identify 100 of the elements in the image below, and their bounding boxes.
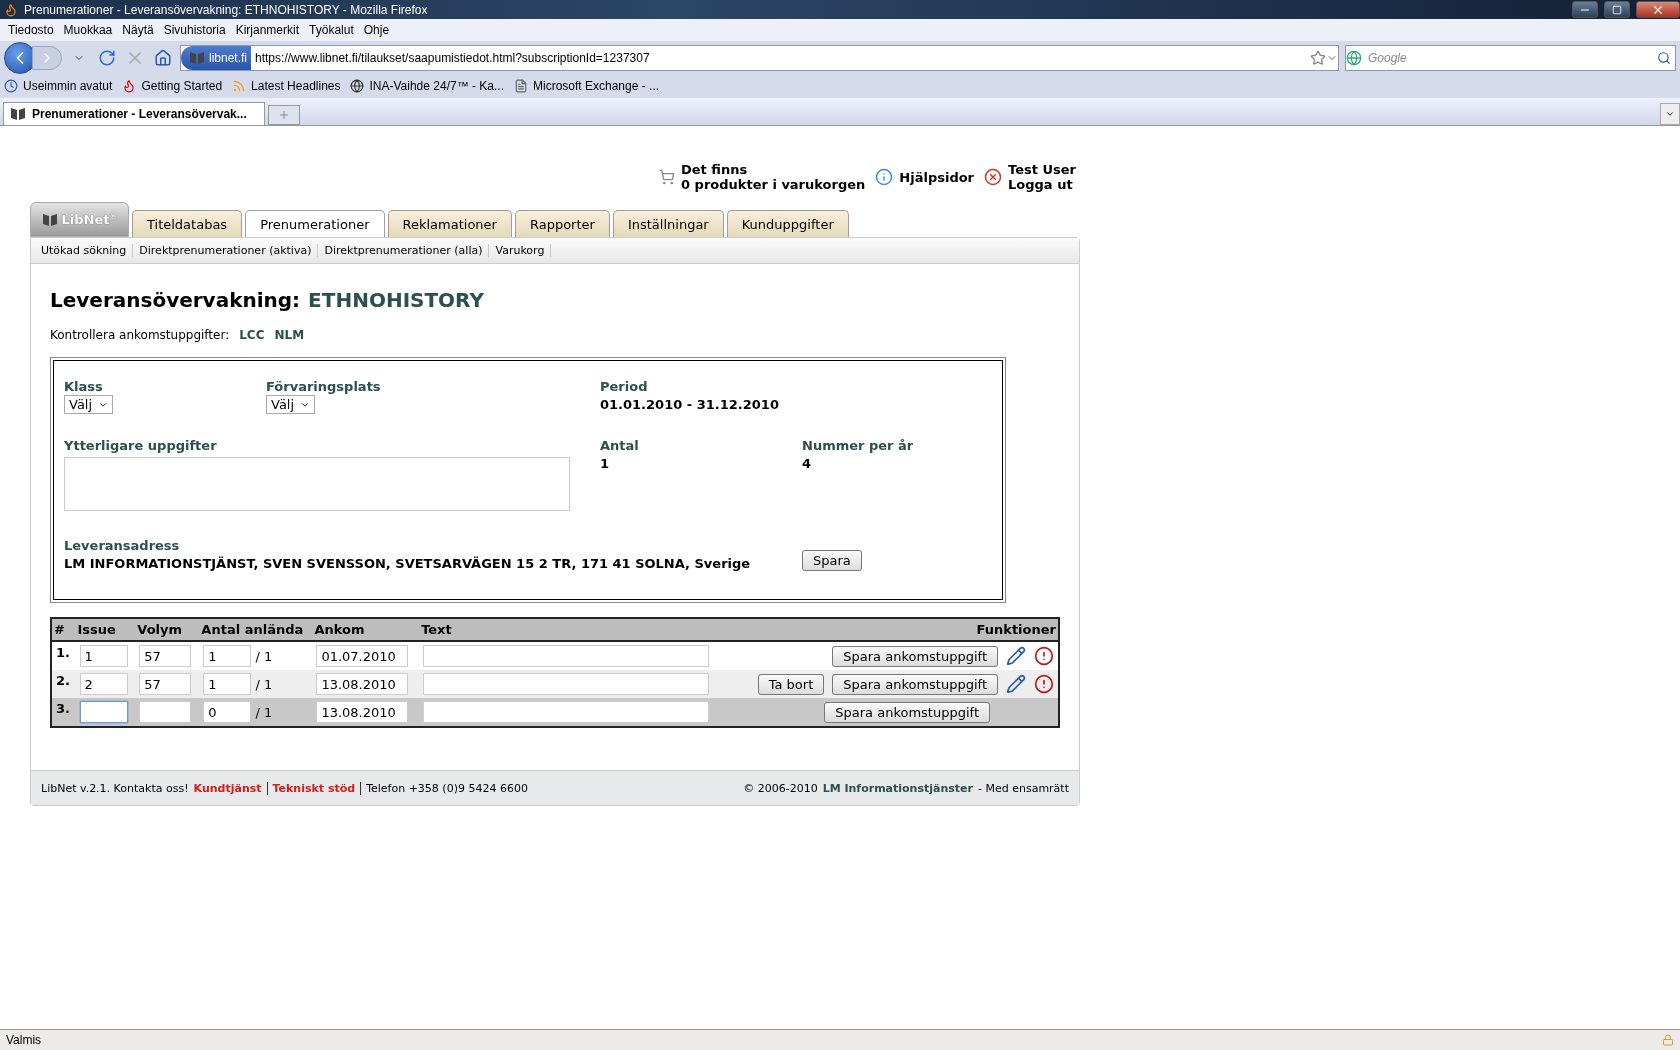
lock-icon <box>1662 1034 1674 1046</box>
class-select[interactable]: Välj <box>64 395 114 414</box>
nav-tab[interactable]: Rapporter <box>514 210 610 237</box>
save-button[interactable]: Spara <box>802 550 862 571</box>
field-label: Ytterligare uppgifter <box>64 438 218 453</box>
per-year-value: 4 <box>802 456 813 471</box>
edit-icon[interactable] <box>1006 646 1026 666</box>
rights-text: - Med ensamrätt <box>977 781 1069 795</box>
footer-text: LibNet v.2.1. Kontakta oss! <box>41 781 189 795</box>
issue-field[interactable]: 2 <box>79 673 128 695</box>
nav-tab[interactable]: Kunduppgifter <box>726 210 849 237</box>
cart-text[interactable]: Det finns <box>681 162 866 177</box>
nav-tab[interactable]: Inställningar <box>612 210 724 237</box>
bookmark-link[interactable]: Useimmin avatut <box>4 79 113 93</box>
field-label: Förvaringsplats <box>266 379 382 394</box>
restore-button[interactable] <box>1604 1 1630 18</box>
arrival-date-field[interactable]: 13.08.2010 <box>316 673 409 695</box>
close-icon <box>984 168 1003 186</box>
column-header: # <box>51 618 76 641</box>
star-icon[interactable] <box>1310 49 1326 66</box>
subnav-link[interactable]: Direktprenumerationer (aktiva) <box>133 244 319 257</box>
arrived-field[interactable]: 1 <box>203 645 252 667</box>
user-name[interactable]: Test User <box>1008 162 1076 177</box>
cart-link[interactable]: 0 produkter i varukorgen <box>681 177 866 192</box>
subnav-link[interactable]: Direktprenumerationer (alla) <box>318 244 490 257</box>
column-header: Volym <box>135 618 200 641</box>
check-link[interactable]: LCC <box>239 328 265 342</box>
count-value: 1 <box>600 456 611 471</box>
globe-icon <box>350 79 365 93</box>
remove-button[interactable]: Ta bort <box>757 673 825 695</box>
bookmark-link[interactable]: Getting Started <box>122 79 223 93</box>
total-text: / 1 <box>255 704 273 720</box>
menu-item[interactable]: Ohje <box>358 23 395 37</box>
logout-link[interactable]: Logga ut <box>1008 177 1076 192</box>
text-field[interactable] <box>423 673 710 695</box>
menu-item[interactable]: Kirjanmerkit <box>230 23 305 37</box>
browser-tab[interactable]: Prenumerationer - Leveransövervak... <box>3 102 265 125</box>
subnav-link[interactable]: Utökad sökning <box>35 244 134 257</box>
footer-link[interactable]: Kundtjänst <box>193 781 268 795</box>
menu-item[interactable]: Sivuhistoria <box>158 23 231 37</box>
address-field[interactable]: libnet.fi https://www.libnet.fi/tilaukset/saapumistiedot.html?subscriptionId=1237307 <box>180 44 1339 71</box>
bookmark-link[interactable]: INA-Vaihde 24/7™ - Ka... <box>350 79 504 93</box>
help-link[interactable]: Hjälpsidor <box>899 169 975 185</box>
row-number: 3. <box>56 701 70 716</box>
close-button[interactable] <box>1636 1 1680 18</box>
volume-field[interactable]: 57 <box>139 645 192 667</box>
subnav-link[interactable]: Varukorg <box>489 244 552 257</box>
location-select[interactable]: Välj <box>266 395 316 414</box>
issue-field[interactable] <box>79 701 128 723</box>
volume-field[interactable]: 57 <box>139 673 192 695</box>
bookmark-link[interactable]: Microsoft Exchange - ... <box>514 79 660 93</box>
period-value: 01.01.2010 - 31.12.2010 <box>600 397 780 412</box>
notes-field[interactable] <box>64 457 570 511</box>
edit-icon[interactable] <box>1006 674 1026 694</box>
nav-tab[interactable]: Titeldatabas <box>132 210 243 237</box>
nav-tab[interactable]: Prenumerationer <box>245 210 385 237</box>
bookmark-link[interactable]: Latest Headlines <box>232 79 341 93</box>
arrived-field[interactable]: 1 <box>203 673 252 695</box>
new-tab-button[interactable] <box>268 105 300 125</box>
menu-item[interactable]: Tiedosto <box>3 23 59 37</box>
alert-icon[interactable] <box>1034 674 1054 694</box>
column-header: Text <box>419 618 733 641</box>
tab-list-button[interactable] <box>1660 103 1680 125</box>
column-header: Ankom <box>312 618 420 641</box>
arrival-date-field[interactable]: 13.08.2010 <box>316 701 409 723</box>
alert-icon[interactable] <box>1034 646 1054 666</box>
arrived-field[interactable]: 0 <box>203 701 252 723</box>
arrival-date-field[interactable]: 01.07.2010 <box>316 645 409 667</box>
footer-link[interactable]: Tekniskt stöd <box>272 781 362 795</box>
menu-item[interactable]: Työkalut <box>304 23 359 37</box>
row-number: 1. <box>56 645 70 660</box>
menu-item[interactable]: Näytä <box>117 23 159 37</box>
search-icon[interactable] <box>1657 50 1671 65</box>
save-arrival-button[interactable]: Spara ankomstuppgift <box>832 673 998 695</box>
company-link[interactable]: LM Informationstjänster <box>822 781 973 795</box>
volume-field[interactable] <box>139 701 192 723</box>
footer-phone: Telefon +358 (0)9 5424 6600 <box>366 781 528 795</box>
text-field[interactable] <box>423 645 710 667</box>
journal-title: ETHNOHISTORY <box>308 288 484 312</box>
menu-item[interactable]: Muokkaa <box>58 23 118 37</box>
nav-tab[interactable]: Reklamationer <box>387 210 512 237</box>
status-text: Valmis <box>6 1033 42 1047</box>
text-field[interactable] <box>423 701 710 723</box>
save-arrival-button[interactable]: Spara ankomstuppgift <box>832 645 998 667</box>
column-header: Issue <box>75 618 136 641</box>
check-link[interactable]: NLM <box>274 328 305 342</box>
field-label: Klass <box>64 379 104 394</box>
field-label: Period <box>600 379 649 394</box>
flame-icon <box>122 79 137 93</box>
column-header: Antal anlända <box>199 618 313 641</box>
field-label: Nummer per år <box>802 438 915 453</box>
clock-icon <box>4 79 18 93</box>
save-arrival-button[interactable]: Spara ankomstuppgift <box>824 701 990 723</box>
total-text: / 1 <box>255 676 273 692</box>
field-label: Leveransadress <box>64 538 181 553</box>
window-title: Prenumerationer - Leveransövervakning: ETHNOHISTORY - Mozilla Firefox <box>24 2 429 17</box>
minimize-button[interactable] <box>1572 1 1598 18</box>
book-icon <box>41 212 58 227</box>
issue-field[interactable]: 1 <box>79 645 128 667</box>
search-box[interactable]: Google <box>1345 44 1676 71</box>
